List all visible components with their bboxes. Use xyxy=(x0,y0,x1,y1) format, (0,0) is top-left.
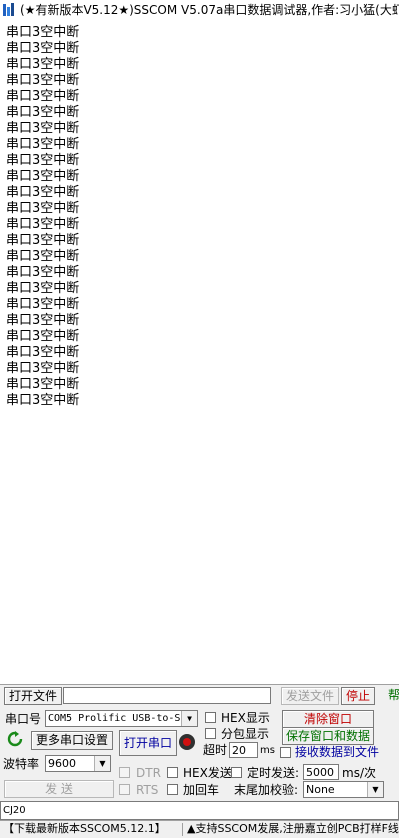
receive-line: 串口3空中断 xyxy=(6,345,80,360)
status-bar: 【下载最新版本SSCOM5.12.1】 ▲支持SSCOM发展,注册嘉立创PCB打… xyxy=(0,820,399,838)
receive-line: 串口3空中断 xyxy=(6,137,80,152)
checksum-label: 末尾加校验: xyxy=(234,783,299,797)
file-path-input[interactable] xyxy=(63,687,271,704)
split-display-label: 分包显示 xyxy=(221,727,270,741)
receive-line: 串口3空中断 xyxy=(6,233,80,248)
receive-line: 串口3空中断 xyxy=(6,361,80,376)
port-status-icon xyxy=(179,734,195,750)
timeout-label: 超时 xyxy=(203,743,228,757)
receive-line: 串口3空中断 xyxy=(6,89,80,104)
app-icon xyxy=(3,3,14,16)
clear-window-button[interactable]: 清除窗口 xyxy=(282,710,374,728)
save-window-button[interactable]: 保存窗口和数据 xyxy=(282,727,374,745)
status-separator xyxy=(182,823,183,836)
baud-dropdown-arrow-icon[interactable]: ▼ xyxy=(94,756,110,771)
receive-line: 串口3空中断 xyxy=(6,297,80,312)
rts-label: RTS xyxy=(136,783,159,797)
hex-display-checkbox[interactable] xyxy=(205,712,216,723)
receive-line: 串口3空中断 xyxy=(6,169,80,184)
receive-line: 串口3空中断 xyxy=(6,265,80,280)
receive-line: 串口3空中断 xyxy=(6,393,80,408)
title-bar: (★有新版本V5.12★)SSCOM V5.07a串口数据调试器,作者:习小猛(… xyxy=(0,0,399,20)
send-button[interactable]: 发 送 xyxy=(4,780,114,798)
receive-line: 串口3空中断 xyxy=(6,57,80,72)
timed-send-checkbox[interactable] xyxy=(231,767,242,778)
port-select[interactable]: COM5 Prolific USB-to-S ▼ xyxy=(45,710,198,727)
recv-to-file-checkbox[interactable] xyxy=(280,747,291,758)
receive-line: 串口3空中断 xyxy=(6,25,80,40)
dtr-checkbox[interactable] xyxy=(119,767,130,778)
baud-select[interactable]: 9600 ▼ xyxy=(45,755,111,772)
receive-line: 串口3空中断 xyxy=(6,105,80,120)
receive-line: 串口3空中断 xyxy=(6,121,80,136)
timeout-unit: ms xyxy=(260,745,275,756)
receive-area[interactable]: 串口3空中断 串口3空中断 串口3空中断 串口3空中断 串口3空中断 串口3空中断 串口3空… xyxy=(0,20,399,684)
stop-button[interactable]: 停止 xyxy=(341,687,375,705)
refresh-icon[interactable] xyxy=(7,731,23,747)
checksum-dropdown-arrow-icon[interactable]: ▼ xyxy=(367,782,383,797)
baud-label: 波特率 xyxy=(3,757,40,771)
checksum-select[interactable]: None ▼ xyxy=(303,781,384,798)
dtr-label: DTR xyxy=(136,766,161,780)
receive-line: 串口3空中断 xyxy=(6,73,80,88)
hex-display-label: HEX显示 xyxy=(221,711,270,725)
receive-line: 串口3空中断 xyxy=(6,329,80,344)
receive-line: 串口3空中断 xyxy=(6,41,80,56)
help-button[interactable]: 帮 xyxy=(388,687,399,703)
split-display-checkbox[interactable] xyxy=(205,728,216,739)
download-link[interactable]: 【下载最新版本SSCOM5.12.1】 xyxy=(3,821,166,837)
receive-line: 串口3空中断 xyxy=(6,153,80,168)
receive-line: 串口3空中断 xyxy=(6,217,80,232)
control-panel: 打开文件 发送文件 停止 帮 串口号 COM5 Prolific USB-to-… xyxy=(0,684,399,838)
receive-line: 串口3空中断 xyxy=(6,249,80,264)
hex-send-label: HEX发送 xyxy=(183,766,232,780)
hex-send-checkbox[interactable] xyxy=(167,767,178,778)
timeout-input[interactable]: 20 xyxy=(229,742,258,758)
window-title: (★有新版本V5.12★)SSCOM V5.07a串口数据调试器,作者:习小猛(… xyxy=(20,3,399,17)
receive-line: 串口3空中断 xyxy=(6,281,80,296)
port-label: 串口号 xyxy=(5,712,42,726)
timed-unit: ms/次 xyxy=(342,766,376,780)
dropdown-arrow-icon[interactable]: ▼ xyxy=(181,711,197,726)
recv-to-file-label: 接收数据到文件 xyxy=(295,745,380,759)
receive-line: 串口3空中断 xyxy=(6,185,80,200)
rts-checkbox[interactable] xyxy=(119,784,130,795)
receive-line: 串口3空中断 xyxy=(6,201,80,216)
timed-send-label: 定时发送: xyxy=(247,766,300,780)
more-port-settings-button[interactable]: 更多串口设置 xyxy=(31,731,113,750)
send-file-button[interactable]: 发送文件 xyxy=(281,687,339,705)
status-notice: ▲支持SSCOM发展,注册嘉立创PCB打样F线 xyxy=(187,822,399,835)
add-cr-checkbox[interactable] xyxy=(167,784,178,795)
receive-line: 串口3空中断 xyxy=(6,313,80,328)
send-data-input[interactable]: CJ20 xyxy=(0,801,399,820)
add-cr-label: 加回车 xyxy=(183,783,220,797)
receive-line: 串口3空中断 xyxy=(6,377,80,392)
open-port-button[interactable]: 打开串口 xyxy=(119,730,177,756)
timed-interval-input[interactable]: 5000 xyxy=(303,764,339,780)
open-file-button[interactable]: 打开文件 xyxy=(4,687,62,705)
